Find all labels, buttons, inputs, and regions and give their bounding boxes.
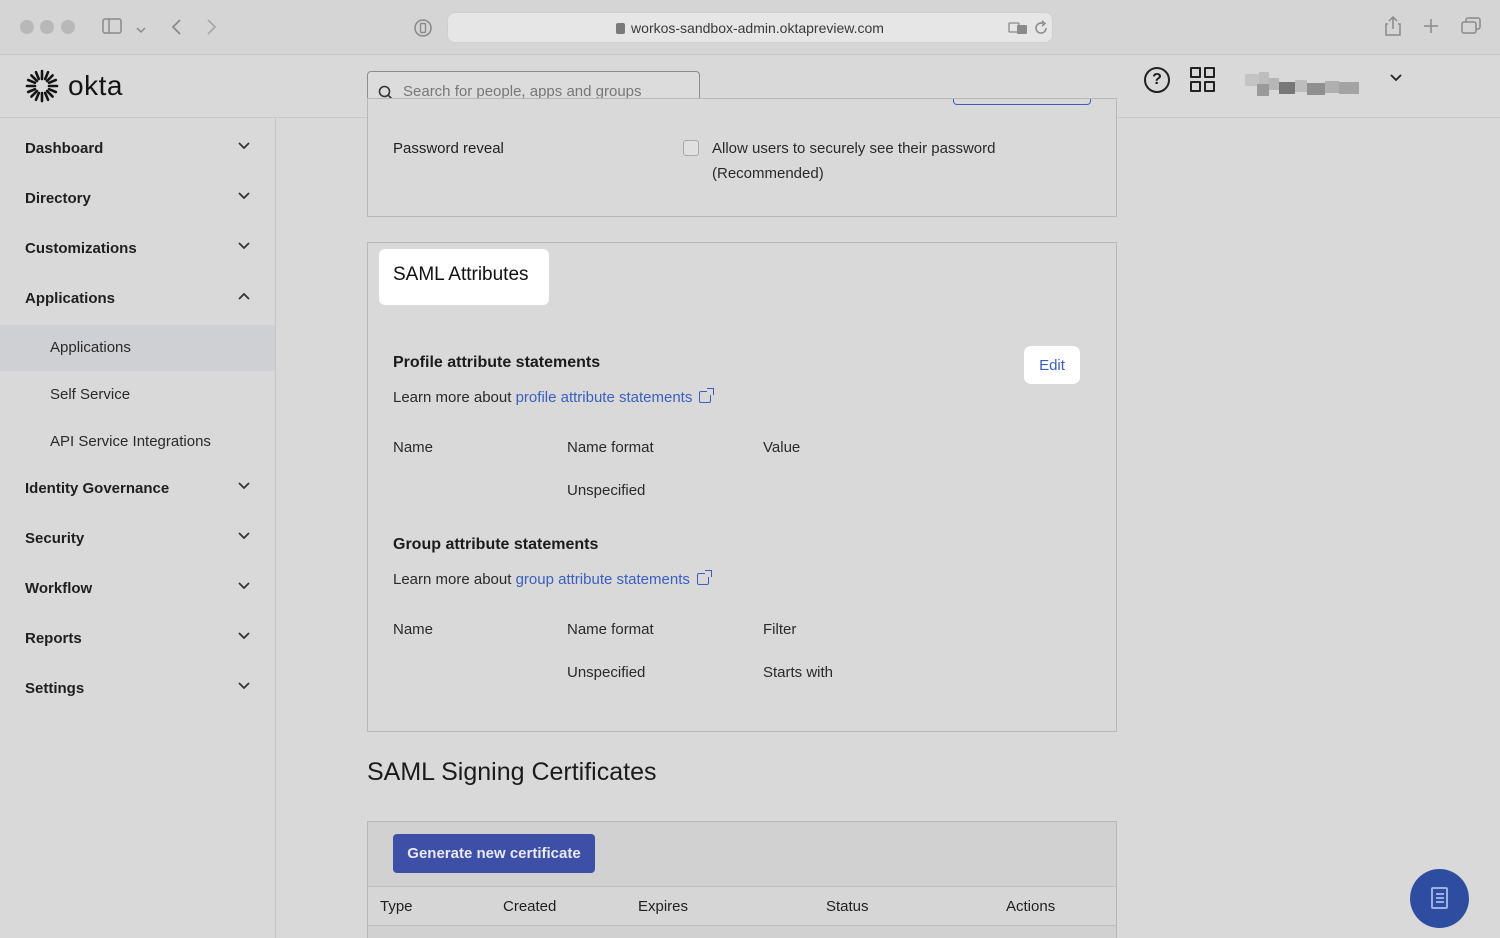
browser-toolbar: workos-sandbox-admin.oktapreview.com [0,0,1500,55]
sidebar-item-label: Identity Governance [25,480,170,497]
saml-attributes-panel: SAML Attributes Profile attribute statem… [367,242,1117,732]
sidebar-item-settings[interactable]: Settings [0,670,275,710]
password-reveal-label: Password reveal [393,140,504,157]
close-window-button[interactable] [20,20,34,34]
signing-certificates-panel: Generate new certificate Type Created Ex… [367,821,1117,938]
sidebar-subitem-self-service[interactable]: Self Service [0,372,275,418]
password-reveal-option-note: (Recommended) [712,165,824,182]
user-menu-avatar[interactable] [1245,72,1360,96]
profile-col-value: Value [763,439,801,456]
group-row-filter: Starts with [763,664,834,681]
sidebar-item-label: Applications [25,290,116,307]
tab-group-chevron-icon[interactable] [136,20,146,38]
okta-sunburst-icon [25,69,59,103]
logo-text: okta [68,70,123,101]
back-icon[interactable] [170,18,182,39]
minimize-window-button[interactable] [40,20,54,34]
tab-overview-icon[interactable] [1461,17,1481,38]
chevron-down-icon [236,528,252,544]
address-bar[interactable]: workos-sandbox-admin.oktapreview.com [447,12,1053,43]
help-assistant-button[interactable] [1410,869,1469,928]
chevron-down-icon [236,238,252,254]
main-content: Password reveal Allow users to securely … [276,98,1500,938]
sidebar-item-label: Security [25,530,85,547]
group-attribute-heading: Group attribute statements [393,536,599,553]
sidebar-item-label: Directory [25,190,91,207]
saml-attributes-title-text: SAML Attributes [393,264,529,285]
chevron-down-icon [236,628,252,644]
help-icon[interactable]: ? [1144,67,1170,93]
group-attribute-statements-link[interactable]: group attribute statements [516,571,690,588]
zoom-window-button[interactable] [61,20,75,34]
external-link-icon [696,570,712,585]
saml-signing-certificates-title: SAML Signing Certificates [367,758,657,786]
lock-icon [616,23,626,34]
sidebar-item-dashboard[interactable]: Dashboard [0,130,275,170]
cert-col-created: Created [503,898,557,915]
cert-col-expires: Expires [638,898,689,915]
group-col-filter: Filter [763,621,797,638]
password-reveal-panel: Password reveal Allow users to securely … [367,98,1117,217]
password-reveal-checkbox[interactable] [683,140,699,156]
panel-button-edge[interactable] [953,99,1091,105]
sidebar-subitem-api-service-integrations[interactable]: API Service Integrations [0,419,275,465]
sidebar-subitem-label: API Service Integrations [50,433,211,450]
profile-learn-more: Learn more about profile attribute state… [393,388,715,406]
chevron-down-icon [236,138,252,154]
group-learn-more: Learn more about group attribute stateme… [393,570,712,588]
edit-button[interactable]: Edit [1024,346,1080,384]
cert-col-type: Type [380,898,413,915]
chevron-up-icon [236,288,252,304]
sidebar-item-reports[interactable]: Reports [0,620,275,660]
sidebar-item-applications[interactable]: Applications [0,280,275,320]
sidebar-item-customizations[interactable]: Customizations [0,230,275,270]
saml-attributes-title: SAML Attributes [379,249,549,305]
learn-more-prefix: Learn more about [393,389,512,406]
share-icon[interactable] [1384,15,1402,39]
profile-row-format: Unspecified [567,482,646,499]
group-row-format: Unspecified [567,664,646,681]
chevron-down-icon [236,188,252,204]
external-link-icon [699,388,715,403]
privacy-report-icon[interactable] [413,18,433,41]
translate-icon[interactable] [1008,20,1028,38]
forward-icon[interactable] [206,18,218,39]
okta-logo[interactable]: okta [24,68,123,104]
new-tab-icon[interactable] [1423,18,1439,37]
cert-col-status: Status [826,898,869,915]
password-reveal-option: Allow users to securely see their passwo… [712,140,996,157]
reload-icon[interactable] [1034,20,1048,39]
chevron-down-icon [236,478,252,494]
app-switcher-icon[interactable] [1190,67,1216,93]
chevron-down-icon [236,578,252,594]
sidebar-item-workflow[interactable]: Workflow [0,570,275,610]
chevron-down-icon [236,678,252,694]
sidebar-item-label: Customizations [25,240,137,257]
learn-more-prefix: Learn more about [393,571,512,588]
sidebar-subitem-label: Self Service [50,386,131,403]
sidebar-item-label: Settings [25,680,85,697]
profile-col-name-format: Name format [567,439,654,456]
sidebar-item-label: Reports [25,630,82,647]
certificates-table-header: Type Created Expires Status Actions [368,886,1116,926]
document-icon [1431,887,1448,909]
user-menu-chevron-icon[interactable] [1389,70,1403,88]
group-col-name: Name [393,621,434,638]
sidebar-item-directory[interactable]: Directory [0,180,275,220]
sidebar-item-identity-governance[interactable]: Identity Governance [0,470,275,510]
sidebar-item-label: Workflow [25,580,93,597]
group-col-name-format: Name format [567,621,654,638]
sidebar-subitem-label: Applications [50,339,131,356]
sidebar-item-security[interactable]: Security [0,520,275,560]
profile-col-name: Name [393,439,434,456]
url-text: workos-sandbox-admin.oktapreview.com [631,20,884,36]
sidebar-subitem-applications[interactable]: Applications [0,325,275,371]
sidebar-toggle-icon[interactable] [102,18,122,37]
sidebar-item-label: Dashboard [25,140,104,157]
sidebar-nav: Dashboard Directory Customizations Appli… [0,118,276,938]
profile-attribute-statements-link[interactable]: profile attribute statements [516,389,693,406]
cert-col-actions: Actions [1006,898,1056,915]
generate-certificate-button[interactable]: Generate new certificate [393,834,595,873]
profile-attribute-heading: Profile attribute statements [393,354,601,371]
